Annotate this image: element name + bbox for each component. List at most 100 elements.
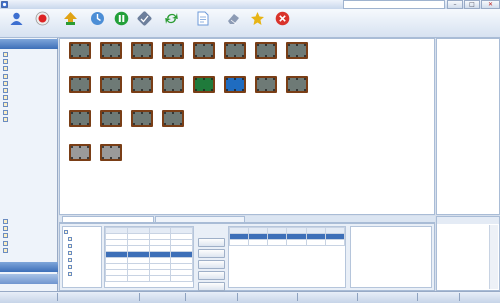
billiard-table-1[interactable] [65, 41, 95, 71]
billiard-table-4[interactable] [158, 41, 188, 71]
table-felt [255, 76, 277, 93]
sidebar-item-6[interactable] [3, 88, 58, 95]
sidebar-item-icon [3, 109, 8, 115]
toolbar-button-1[interactable] [2, 9, 30, 38]
table-label [127, 62, 157, 69]
sidebar-item-8[interactable] [3, 102, 58, 109]
billiard-table-20[interactable] [158, 109, 188, 139]
status-separator [237, 293, 238, 301]
category-node[interactable] [68, 264, 104, 270]
order-row[interactable] [229, 239, 345, 246]
billiard-table-16[interactable] [282, 75, 312, 105]
billiard-table-6[interactable] [220, 41, 250, 71]
menu-cell [105, 275, 128, 282]
sidebar-item-5[interactable] [3, 80, 58, 88]
category-node[interactable] [64, 229, 100, 235]
billiard-table-12[interactable] [158, 75, 188, 105]
sidebar-item-1[interactable] [3, 52, 58, 59]
folder-icon [68, 272, 72, 276]
sidebar-item-9[interactable] [3, 109, 58, 117]
category-node[interactable] [68, 271, 104, 277]
sidebar-item-3[interactable] [3, 66, 58, 73]
sidebar-item-icon [3, 80, 8, 86]
info-row [440, 91, 498, 98]
sidebar-header [0, 39, 58, 49]
status-field-1 [4, 293, 54, 301]
tab-orders[interactable] [155, 216, 245, 223]
billiard-table-21[interactable] [65, 143, 95, 173]
close-button[interactable]: ✕ [481, 0, 500, 9]
sidebar-item-7[interactable] [3, 95, 58, 102]
note-scrollbar[interactable] [489, 225, 498, 289]
sidebar-lower-item-5[interactable] [3, 247, 58, 255]
order-action-button-4[interactable] [198, 271, 225, 280]
menu-cell [170, 275, 193, 282]
sidebar-section-1[interactable] [0, 262, 58, 272]
billiard-table-22[interactable] [96, 143, 126, 173]
sidebar-item-10[interactable] [3, 116, 58, 124]
billiard-table-17[interactable] [65, 109, 95, 139]
category-node[interactable] [68, 257, 104, 263]
toolbar-button-label [243, 29, 271, 36]
billiard-table-13[interactable] [189, 75, 219, 105]
order-action-button-3[interactable] [198, 260, 225, 269]
billiard-table-2[interactable] [96, 41, 126, 71]
sidebar-item-icon [3, 59, 8, 65]
billiard-table-15[interactable] [251, 75, 281, 105]
menu-items-table [104, 226, 194, 288]
table-label [251, 62, 281, 69]
sidebar-section-2[interactable] [0, 274, 58, 284]
table-label [189, 62, 219, 69]
category-node[interactable] [68, 250, 104, 256]
order-cell [324, 239, 345, 246]
minimize-button[interactable]: – [447, 0, 463, 9]
billiard-table-8[interactable] [282, 41, 312, 71]
sidebar-lower-item-3[interactable] [3, 233, 58, 240]
folder-icon [68, 265, 72, 269]
toolbar-button-8[interactable] [188, 9, 216, 38]
table-felt [162, 76, 184, 93]
order-detail-blank [350, 226, 432, 288]
order-cell [229, 239, 250, 246]
billiard-table-10[interactable] [96, 75, 126, 105]
billiard-table-3[interactable] [127, 41, 157, 71]
info-row [440, 107, 498, 114]
table-label [65, 96, 95, 103]
sidebar-item-icon [3, 88, 8, 93]
billiard-table-19[interactable] [127, 109, 157, 139]
toolbar-button-6[interactable] [130, 9, 158, 38]
status-separator [357, 293, 358, 301]
toolbar-button-label [28, 29, 56, 36]
toolbar-button-label [157, 29, 185, 36]
menu-row[interactable] [105, 275, 193, 282]
toolbar-button-label [188, 29, 216, 36]
table-label [158, 96, 188, 103]
toolbar-button-10[interactable] [243, 9, 271, 38]
billiard-table-7[interactable] [251, 41, 281, 71]
toolbar-button-11[interactable] [268, 9, 296, 38]
tab-menu[interactable] [62, 216, 154, 223]
info-row [440, 139, 498, 146]
sidebar-lower-item-4[interactable] [3, 240, 58, 248]
folder-icon [68, 244, 72, 248]
category-node[interactable] [68, 236, 104, 242]
exit-icon [275, 11, 290, 26]
billiard-table-5[interactable] [189, 41, 219, 71]
toolbar-button-3[interactable] [56, 9, 84, 38]
order-action-button-2[interactable] [198, 249, 225, 258]
order-action-button-1[interactable] [198, 238, 225, 247]
status-field-9 [462, 293, 498, 301]
billiard-table-9[interactable] [65, 75, 95, 105]
toolbar-button-2[interactable] [28, 9, 56, 38]
toolbar-button-7[interactable] [157, 9, 185, 38]
maximize-button[interactable]: □ [464, 0, 480, 9]
sidebar-lower-item-1[interactable] [3, 219, 58, 226]
sidebar-item-4[interactable] [3, 73, 58, 81]
billiard-table-11[interactable] [127, 75, 157, 105]
category-node[interactable] [68, 243, 104, 249]
sidebar-item-2[interactable] [3, 59, 58, 66]
order-action-button-5[interactable] [198, 282, 225, 291]
sidebar-lower-item-2[interactable] [3, 226, 58, 233]
billiard-table-14[interactable] [220, 75, 250, 105]
billiard-table-18[interactable] [96, 109, 126, 139]
